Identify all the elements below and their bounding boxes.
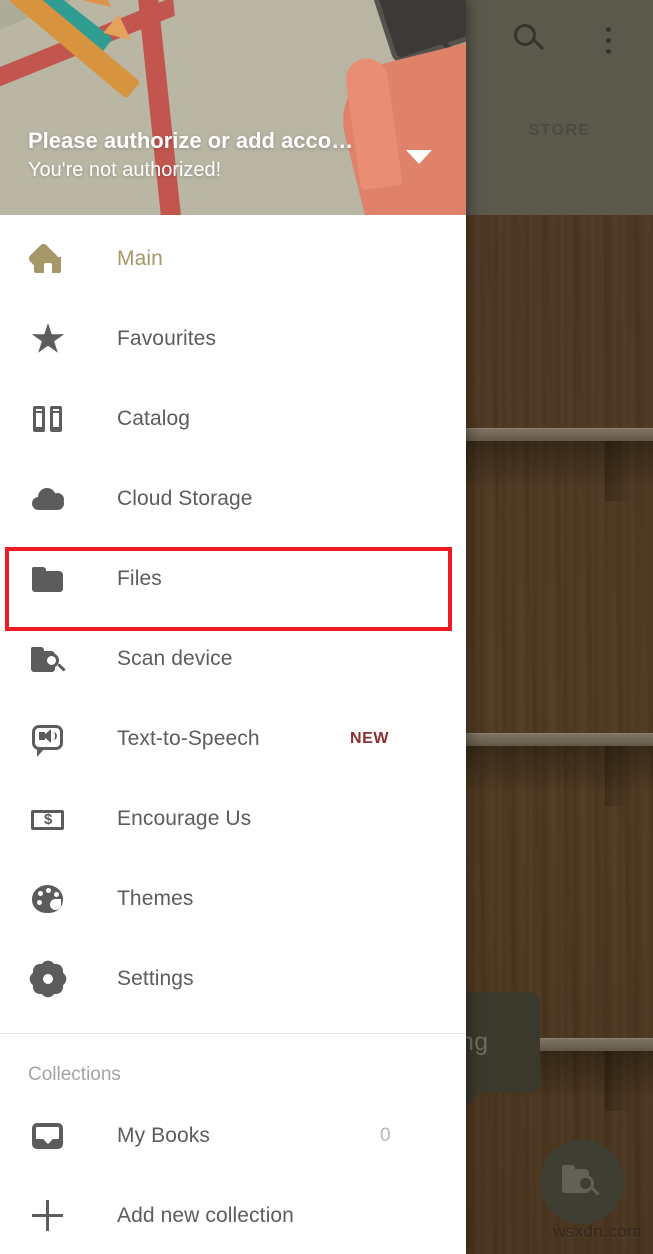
sidebar-item-label: Settings — [117, 967, 194, 990]
sidebar-item-label: Catalog — [117, 407, 191, 430]
sidebar-item-label: Favourites — [117, 327, 217, 350]
home-icon — [26, 237, 70, 281]
sidebar-item-label: Themes — [117, 887, 194, 910]
sidebar-item-label: Scan device — [117, 647, 233, 670]
scan-folder-icon — [26, 637, 70, 681]
drawer-menu: Main Favourites Catalog Cloud Storage Fi… — [0, 215, 466, 1254]
drawer-scrim-overlay[interactable] — [466, 0, 653, 1254]
sidebar-item-favourites[interactable]: Favourites — [0, 299, 466, 379]
screen-root: STORE hing wsxdn.com — [0, 0, 653, 1254]
collection-item-label: My Books — [117, 1124, 210, 1147]
sidebar-item-label: Encourage Us — [117, 807, 252, 830]
gear-icon — [26, 957, 70, 1001]
collection-item-count: 0 — [380, 1125, 391, 1146]
collection-item-my-books[interactable]: My Books 0 — [0, 1096, 466, 1176]
sidebar-item-main[interactable]: Main — [0, 219, 466, 299]
sidebar-item-encourage-us[interactable]: $ Encourage Us — [0, 779, 466, 859]
books-icon — [26, 397, 70, 441]
plus-icon — [26, 1194, 70, 1238]
sidebar-item-text-to-speech[interactable]: Text-to-Speech NEW — [0, 699, 466, 779]
sidebar-item-scan-device[interactable]: Scan device — [0, 619, 466, 699]
inbox-icon — [26, 1114, 70, 1158]
account-title: Please authorize or add acco… — [28, 128, 354, 153]
sidebar-item-files[interactable]: Files — [0, 539, 466, 619]
account-header-text: Please authorize or add acco… You're not… — [28, 126, 388, 184]
palette-icon — [26, 877, 70, 921]
sidebar-item-settings[interactable]: Settings — [0, 939, 466, 1019]
sidebar-item-label: Cloud Storage — [117, 487, 253, 510]
speech-bubble-speaker-icon — [26, 717, 70, 761]
sidebar-item-themes[interactable]: Themes — [0, 859, 466, 939]
chevron-down-icon[interactable] — [406, 150, 432, 164]
collections-section-label: Collections — [28, 1064, 121, 1085]
sidebar-item-label: Files — [117, 567, 162, 590]
sidebar-item-label: Text-to-Speech — [117, 727, 260, 750]
account-subtitle: You're not authorized! — [28, 159, 222, 181]
star-icon — [26, 317, 70, 361]
money-bill-icon: $ — [26, 797, 70, 841]
sidebar-item-catalog[interactable]: Catalog — [0, 379, 466, 459]
folder-icon — [26, 557, 70, 601]
sidebar-item-label: Main — [117, 247, 163, 270]
drawer-header[interactable]: Please authorize or add acco… You're not… — [0, 0, 466, 215]
navigation-drawer: Please authorize or add acco… You're not… — [0, 0, 466, 1254]
add-new-collection-button[interactable]: Add new collection — [0, 1176, 466, 1254]
sidebar-item-cloud-storage[interactable]: Cloud Storage — [0, 459, 466, 539]
collection-item-label: Add new collection — [117, 1204, 294, 1227]
cloud-icon — [26, 477, 70, 521]
status-badge: NEW — [350, 730, 390, 747]
